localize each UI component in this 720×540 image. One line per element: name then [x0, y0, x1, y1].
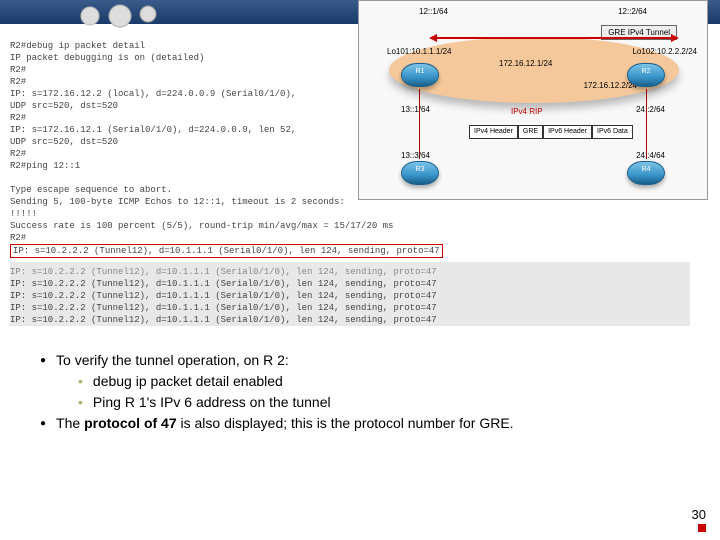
- addr-r1-tunnel: 12::1/64: [419, 7, 448, 16]
- bullet-ping: Ping R 1's IPv 6 address on the tunnel: [78, 392, 690, 413]
- bullet-notes: To verify the tunnel operation, on R 2: …: [40, 350, 690, 434]
- terminal-shaded-block: IP: s=10.2.2.2 (Tunnel12), d=10.1.1.1 (S…: [10, 262, 690, 326]
- header-gears-decoration: [70, 0, 160, 32]
- page-marker-icon: [698, 524, 706, 532]
- page-number: 30: [692, 507, 706, 532]
- addr-r2-tunnel: 12::2/64: [618, 7, 647, 16]
- bullet-protocol: The protocol of 47 is also displayed; th…: [40, 413, 690, 434]
- terminal-highlighted-line: IP: s=10.2.2.2 (Tunnel12), d=10.1.1.1 (S…: [10, 244, 443, 258]
- bullet-verify: To verify the tunnel operation, on R 2:: [40, 350, 690, 371]
- bullet-debug: debug ip packet detail enabled: [78, 371, 690, 392]
- terminal-lines: R2#debug ip packet detailIP packet debug…: [10, 40, 690, 244]
- terminal-output: R2#debug ip packet detailIP packet debug…: [10, 40, 690, 326]
